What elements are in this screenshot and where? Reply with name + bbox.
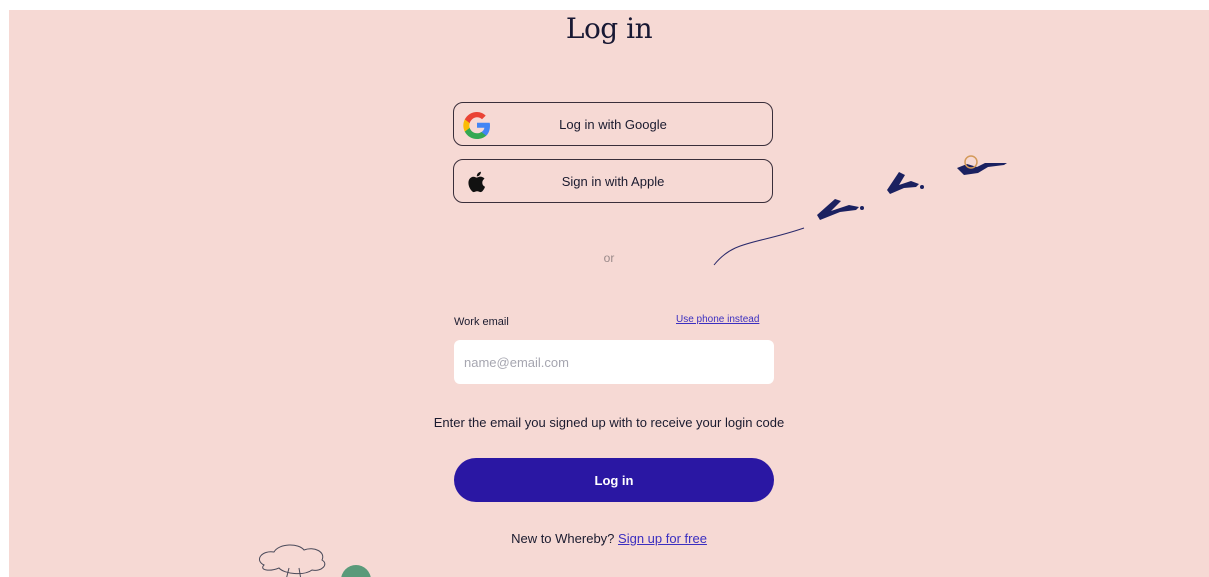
login-button[interactable]: Log in <box>454 458 774 502</box>
login-page: Log in Log in with Google Sign in with A… <box>9 10 1209 577</box>
signup-prompt-text: New to Whereby? <box>511 531 615 546</box>
signup-prompt: New to Whereby? Sign up for free <box>9 531 1209 546</box>
signup-link[interactable]: Sign up for free <box>618 531 707 546</box>
google-login-label: Log in with Google <box>559 117 667 132</box>
tree-illustration <box>259 544 371 577</box>
email-field-label: Work email <box>454 316 509 328</box>
divider-or: or <box>603 251 615 265</box>
email-field[interactable] <box>454 340 774 384</box>
helper-text: Enter the email you signed up with to re… <box>433 415 785 430</box>
page-title: Log in <box>565 12 653 45</box>
use-phone-link[interactable]: Use phone instead <box>676 314 759 325</box>
